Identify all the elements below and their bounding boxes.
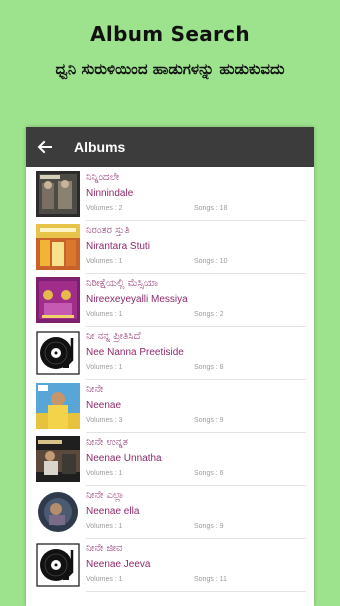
album-title: Nirantara Stuti (86, 240, 150, 252)
back-button[interactable] (28, 127, 62, 167)
songs-count: Songs : 6 (194, 469, 224, 477)
vinyl-record-icon (36, 542, 80, 588)
songs-count: Songs : 9 (194, 522, 224, 530)
album-title: Neenae (86, 399, 122, 411)
album-cover-image (36, 170, 80, 217)
album-item[interactable]: ನೀನೇ ಎಲ್ಲಾ Neenae ella Volumes : 1 Songs… (26, 485, 314, 539)
album-title-kannada: ನೀ ನನ್ನ ಪ್ರೀತಿಸಿದೆ (86, 330, 141, 342)
album-title: Neenae Jeeva (86, 558, 151, 570)
album-cover-image (36, 276, 80, 323)
volumes-count: Volumes : 1 (86, 469, 123, 477)
songs-count: Songs : 9 (194, 416, 224, 424)
volumes-count: Volumes : 1 (86, 522, 123, 530)
album-title-kannada: ನಿನ್ನಿಂದಲೇ (86, 171, 120, 183)
album-cover-image (36, 382, 80, 429)
app-screen: Albums ನಿನ್ನಿಂದಲೇ Ninnindale Volumes : 2 (26, 127, 314, 606)
songs-count: Songs : 11 (194, 575, 227, 583)
album-title: Nireexeyeyalli Messiya (86, 293, 188, 305)
album-item[interactable]: ನೀನೇ Neenae Volumes : 3 Songs : 9 (26, 379, 314, 433)
album-title: Ninnindale (86, 187, 134, 199)
volumes-count: Volumes : 3 (86, 416, 123, 424)
album-cover-image (36, 223, 80, 270)
volumes-count: Volumes : 1 (86, 363, 123, 371)
album-title-kannada: ನಿರೀಕ್ಷೆಯಲ್ಲಿ ಮೆಸ್ಸಿಯಾ (86, 277, 159, 289)
album-item[interactable]: ನೀನೇ ಜೀವ Neenae Jeeva Volumes : 1 Songs … (26, 538, 314, 592)
songs-count: Songs : 8 (194, 363, 224, 371)
album-title-kannada: ನಿರಂತರ ಸ್ತುತಿ (86, 224, 130, 236)
album-item[interactable]: ನಿನ್ನಿಂದಲೇ Ninnindale Volumes : 2 Songs … (26, 167, 314, 221)
album-item[interactable]: ನಿರೀಕ್ಷೆಯಲ್ಲಿ ಮೆಸ್ಸಿಯಾ Nireexeyeyalli Me… (26, 273, 314, 327)
album-cover-image (36, 488, 80, 535)
songs-count: Songs : 10 (194, 257, 228, 265)
album-cover-image (36, 435, 80, 482)
volumes-count: Volumes : 1 (86, 310, 123, 318)
page-title: Albums (74, 139, 126, 155)
songs-count: Songs : 2 (194, 310, 224, 318)
volumes-count: Volumes : 1 (86, 257, 123, 265)
promo-title: Album Search (90, 22, 250, 46)
volumes-count: Volumes : 1 (86, 575, 123, 583)
arrow-left-icon (37, 140, 52, 154)
album-title: Neenae ella (86, 505, 140, 517)
album-title-kannada: ನೀನೇ ಉನ್ನತ (86, 436, 128, 448)
album-item[interactable]: ನೀ ನನ್ನ ಪ್ರೀತಿಸಿದೆ Nee Nanna Preetiside … (26, 326, 314, 380)
promo-subtitle: ಧ್ವನಿ ಸುರುಳಿಯಿಂದ ಹಾಡುಗಳನ್ನು ಹುಡುಕುವದು (55, 60, 285, 78)
album-title-kannada: ನೀನೇ ಎಲ್ಲಾ (86, 489, 125, 501)
album-item[interactable]: ನೀನೇ ಉನ್ನತ Neenae Unnatha Volumes : 1 So… (26, 432, 314, 486)
album-title-kannada: ನೀನೇ (86, 383, 104, 395)
album-title: Neenae Unnatha (86, 452, 162, 464)
app-bar: Albums (26, 127, 314, 167)
album-list: ನಿನ್ನಿಂದಲೇ Ninnindale Volumes : 2 Songs … (26, 167, 314, 592)
songs-count: Songs : 18 (194, 204, 228, 212)
album-title: Nee Nanna Preetiside (86, 346, 184, 358)
album-title-kannada: ನೀನೇ ಜೀವ (86, 542, 123, 554)
album-item[interactable]: ನಿರಂತರ ಸ್ತುತಿ Nirantara Stuti Volumes : … (26, 220, 314, 274)
vinyl-record-icon (36, 330, 80, 376)
volumes-count: Volumes : 2 (86, 204, 123, 212)
